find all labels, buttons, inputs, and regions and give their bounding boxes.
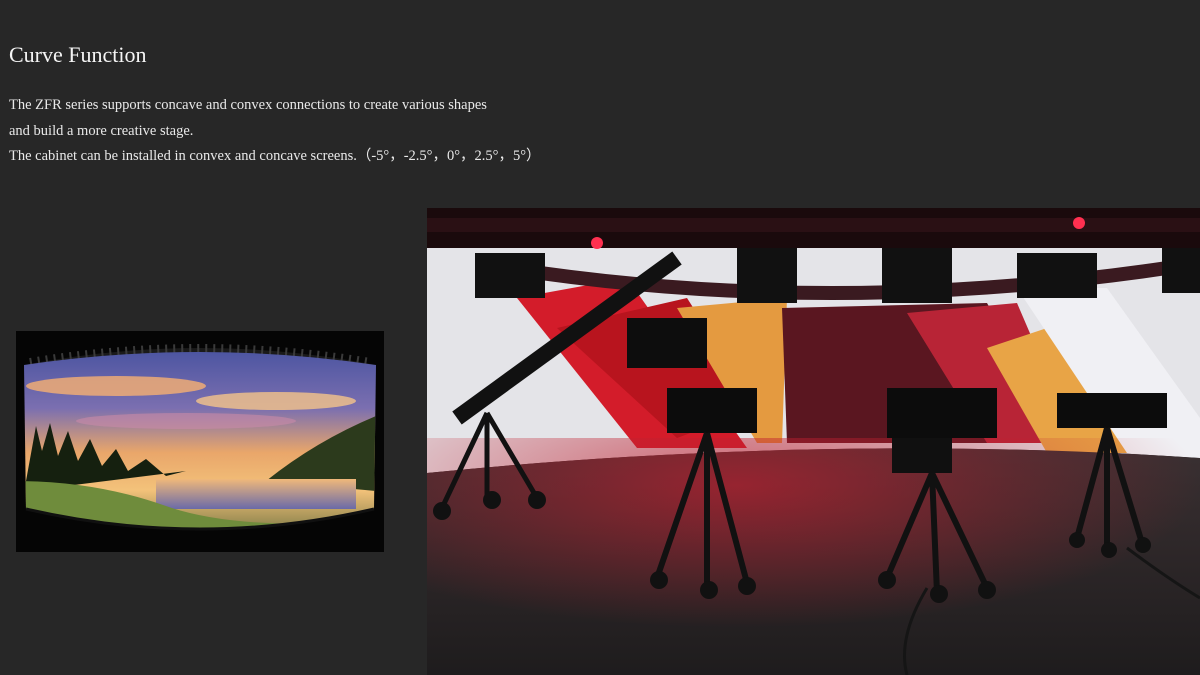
studio-illustration (427, 208, 1200, 675)
description-line-1: The ZFR series supports concave and conv… (9, 97, 487, 113)
cylinder-screen-illustration (24, 344, 376, 531)
description-line-3: The cabinet can be installed in convex a… (9, 148, 541, 164)
cylinder-screen-image (16, 331, 384, 552)
description: The ZFR series supports concave and conv… (9, 93, 629, 170)
studio-image (427, 208, 1200, 675)
slide-title: Curve Function (9, 42, 147, 67)
description-line-2: and build a more creative stage. (9, 122, 194, 139)
